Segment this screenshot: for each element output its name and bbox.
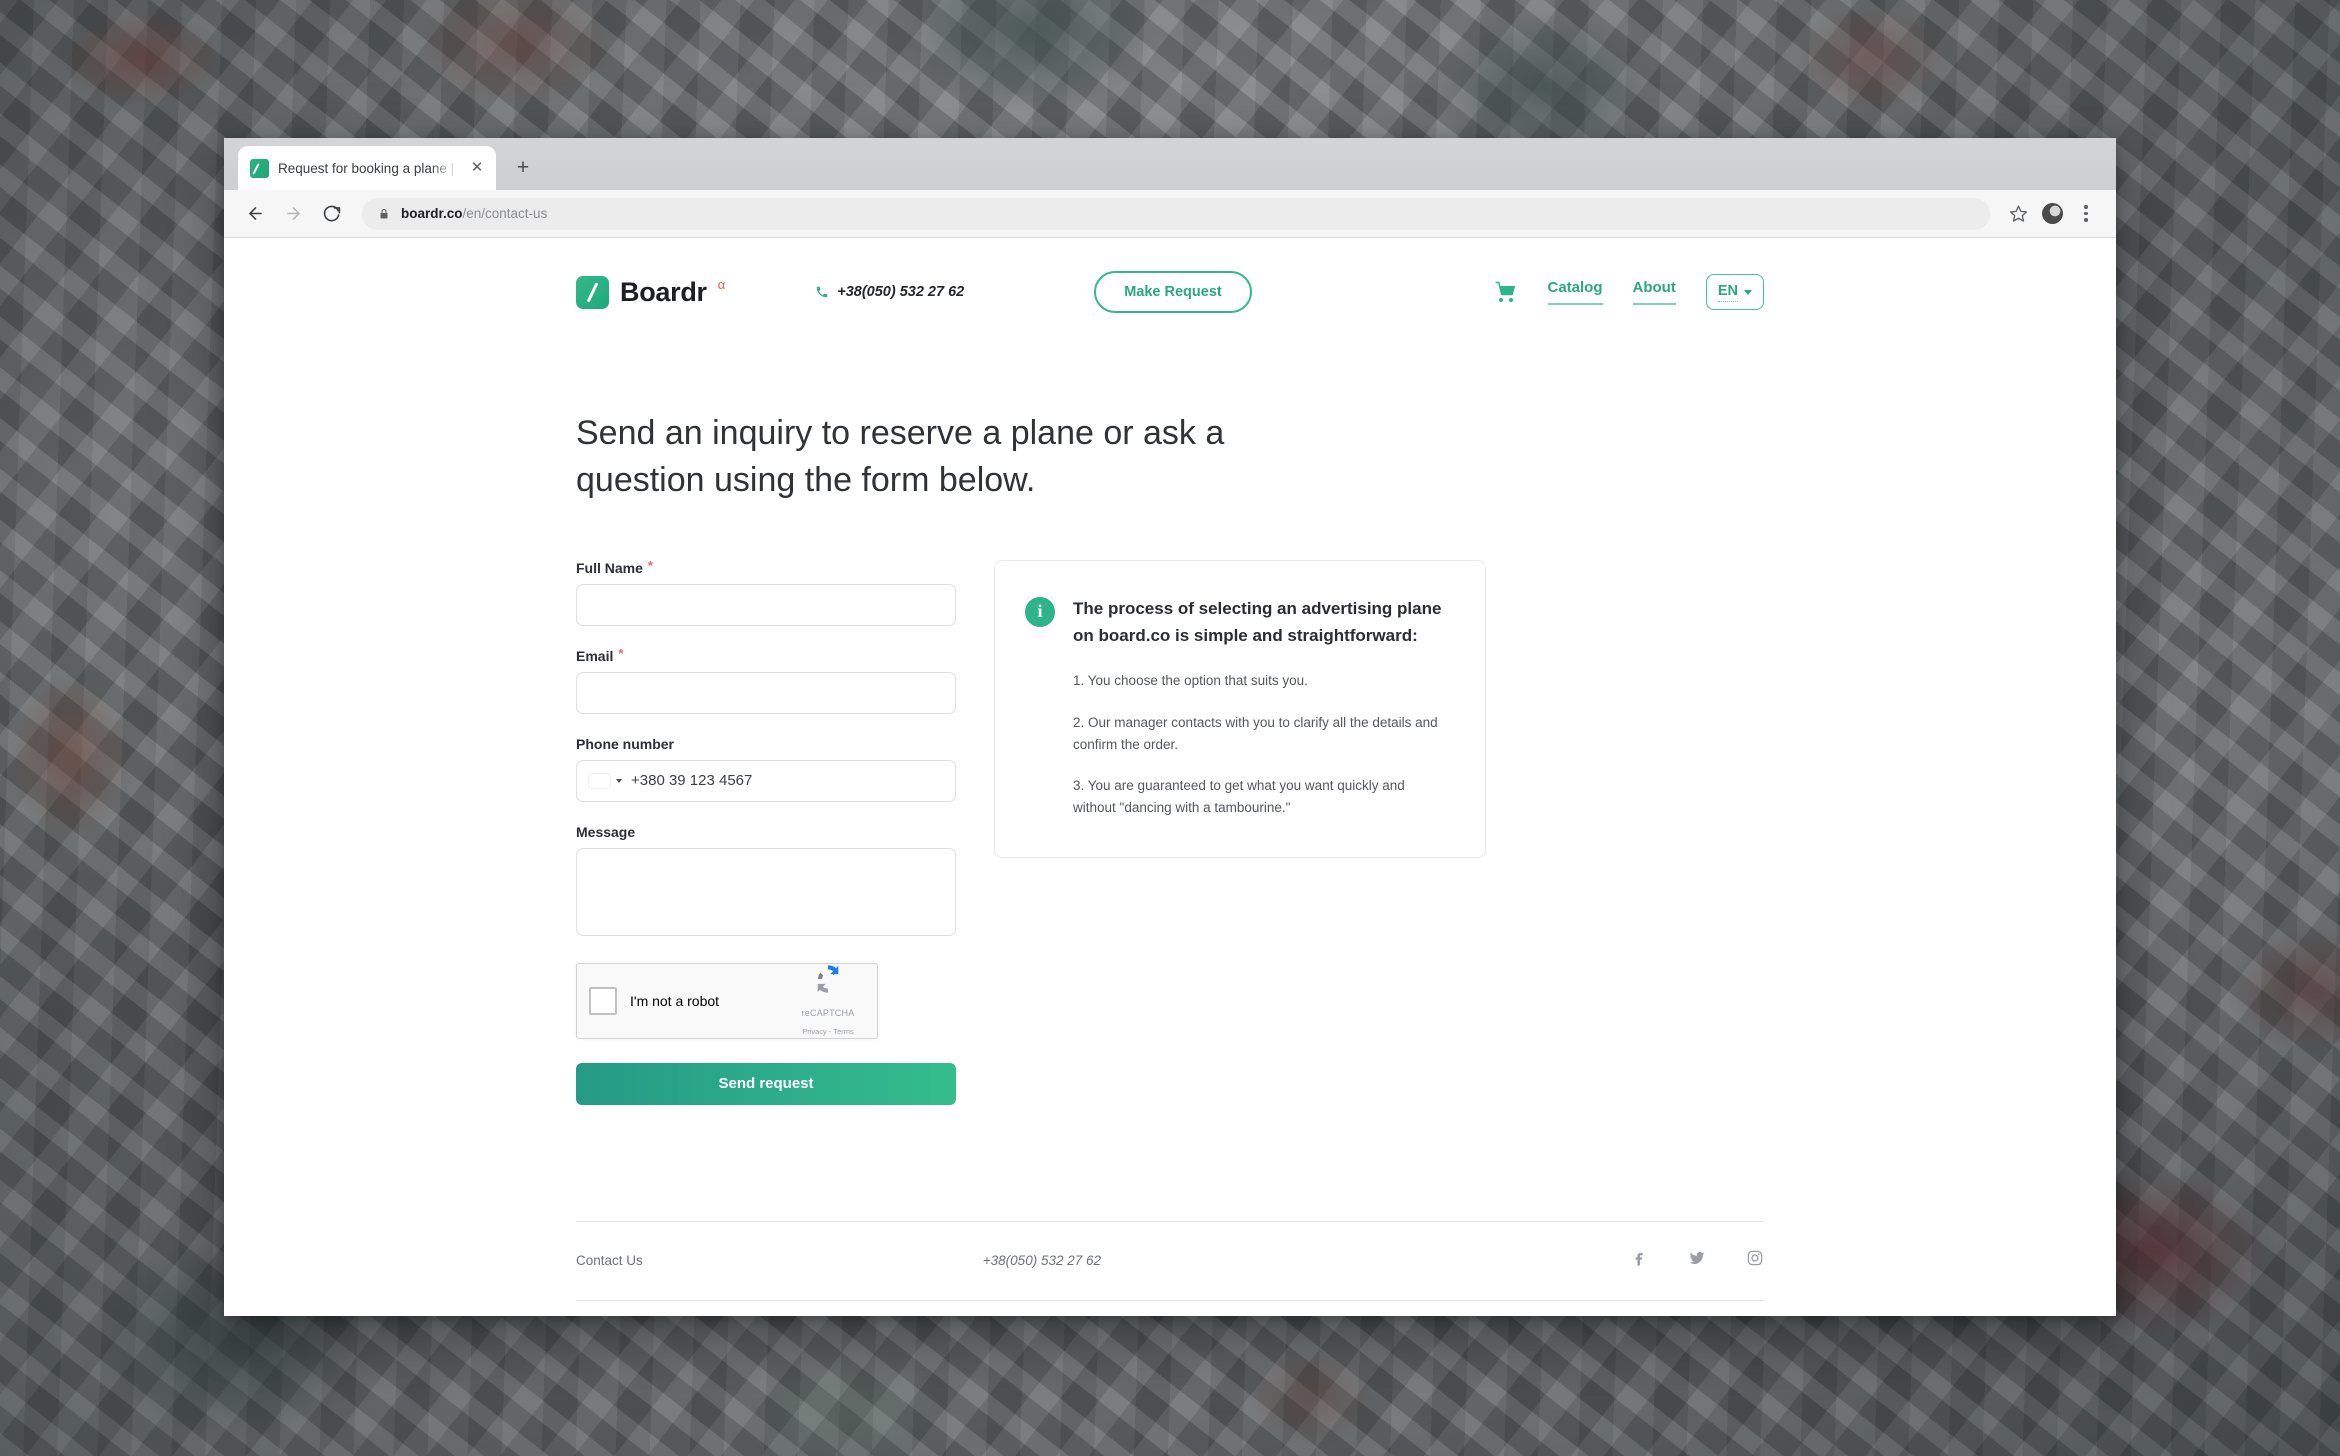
bookmark-star-icon[interactable] [2002, 198, 2034, 230]
field-full-name: Full Name * [576, 557, 956, 626]
reload-button[interactable] [314, 197, 348, 231]
contact-form: Full Name * Email * Phone number +380 39… [576, 557, 956, 1105]
web-page: Boardr α +38(050) 532 27 62 Make Request… [224, 238, 2116, 1316]
recaptcha-branding: reCAPTCHA Privacy - Terms [791, 962, 865, 1039]
toolbar-actions [2002, 198, 2102, 230]
instagram-icon[interactable] [1746, 1249, 1764, 1272]
header-phone-text: +38(050) 532 27 62 [837, 284, 965, 300]
page-title: Send an inquiry to reserve a plane or as… [576, 414, 1225, 499]
close-tab-icon[interactable]: ✕ [468, 159, 486, 177]
email-label-text: Email [576, 647, 614, 664]
recaptcha-checkbox[interactable] [589, 986, 617, 1015]
site-header: Boardr α +38(050) 532 27 62 Make Request… [576, 238, 1764, 330]
recaptcha-icon [817, 965, 839, 994]
chevron-down-icon [1744, 289, 1752, 295]
twitter-icon[interactable] [1688, 1249, 1706, 1272]
nav-item-catalog[interactable]: Catalog [1547, 279, 1603, 305]
logo-mark-icon [576, 275, 609, 309]
site-logo[interactable]: Boardr α [576, 275, 726, 309]
language-label: EN [1717, 282, 1738, 302]
desktop-background: Request for booking a plane | B ✕ + boar… [0, 0, 2340, 1456]
full-name-label: Full Name * [576, 557, 956, 576]
profile-avatar[interactable] [2036, 198, 2068, 230]
forward-button[interactable] [276, 197, 310, 231]
footer-row: Contact Us +38(050) 532 27 62 [576, 1222, 1764, 1300]
info-panel-title: The process of selecting an advertising … [1073, 598, 1442, 646]
site-footer: Contact Us +38(050) 532 27 62 [576, 1220, 1764, 1316]
make-request-button[interactable]: Make Request [1094, 271, 1252, 313]
facebook-icon[interactable] [1630, 1249, 1648, 1272]
info-panel-body: The process of selecting an advertising … [1073, 595, 1449, 819]
address-bar[interactable]: boardr.co/en/contact-us [362, 197, 1990, 230]
back-button[interactable] [238, 197, 272, 231]
info-panel: i The process of selecting an advertisin… [994, 559, 1486, 859]
logo-wordmark: Boardr [620, 276, 707, 307]
field-phone: Phone number +380 39 123 4567 [576, 736, 956, 802]
browser-tab-strip: Request for booking a plane | B ✕ + [224, 138, 2116, 190]
browser-tab[interactable]: Request for booking a plane | B ✕ [238, 146, 496, 190]
message-label-text: Message [576, 823, 636, 840]
language-selector[interactable]: EN [1705, 274, 1764, 310]
nav-item-about[interactable]: About [1632, 279, 1676, 305]
phone-label: Phone number [576, 736, 956, 752]
info-icon: i [1025, 596, 1055, 627]
send-request-button[interactable]: Send request [576, 1062, 956, 1105]
url-path: /en/contact-us [462, 206, 548, 221]
cart-icon[interactable] [1494, 280, 1518, 304]
browser-toolbar: boardr.co/en/contact-us [224, 190, 2116, 238]
lock-icon [380, 208, 388, 218]
required-asterisk: * [618, 645, 624, 661]
email-input[interactable] [576, 671, 956, 714]
email-label: Email * [576, 645, 956, 664]
url-domain: boardr.co [401, 206, 463, 221]
tab-title: Request for booking a plane | B [278, 160, 459, 176]
field-message: Message [576, 824, 956, 941]
recaptcha-label: I'm not a robot [630, 992, 720, 1009]
info-step-1: 1. You choose the option that suits you. [1073, 672, 1308, 688]
footer-contact-link[interactable]: Contact Us [576, 1253, 643, 1268]
full-name-input[interactable] [576, 583, 956, 626]
browser-menu-button[interactable] [2070, 198, 2102, 230]
phone-input[interactable]: +380 39 123 4567 [631, 772, 752, 789]
header-nav: Catalog About EN [1494, 274, 1764, 310]
message-label: Message [576, 824, 956, 840]
field-email: Email * [576, 645, 956, 714]
required-asterisk: * [647, 557, 653, 573]
logo-alpha-badge: α [717, 276, 726, 292]
message-textarea[interactable] [576, 847, 956, 936]
ukraine-flag-icon [589, 774, 610, 788]
footer-phone[interactable]: +38(050) 532 27 62 [983, 1253, 1101, 1268]
recaptcha-brand-text: reCAPTCHA [801, 1008, 855, 1019]
browser-window: Request for booking a plane | B ✕ + boar… [224, 138, 2116, 1316]
phone-label-text: Phone number [576, 735, 675, 752]
footer-socials [1630, 1249, 1764, 1272]
footer-bottom-bar: © Boardr.co ≋ Proudly developed [576, 1301, 1764, 1316]
favicon-icon [250, 158, 269, 178]
header-phone[interactable]: +38(050) 532 27 62 [815, 284, 964, 300]
full-name-label-text: Full Name [576, 559, 643, 576]
recaptcha-terms-text[interactable]: Privacy - Terms [802, 1027, 854, 1036]
chevron-down-icon[interactable] [616, 778, 622, 783]
phone-icon [816, 286, 828, 298]
info-step-3: 3. You are guaranteed to get what you wa… [1073, 778, 1405, 816]
new-tab-button[interactable]: + [506, 151, 540, 185]
recaptcha-widget[interactable]: I'm not a robot reCAPTCHA Privacy - Term… [576, 962, 878, 1039]
content-area: Full Name * Email * Phone number +380 39… [576, 557, 1764, 1105]
phone-input-group[interactable]: +380 39 123 4567 [576, 759, 956, 802]
info-step-2: 2. Our manager contacts with you to clar… [1073, 714, 1438, 752]
